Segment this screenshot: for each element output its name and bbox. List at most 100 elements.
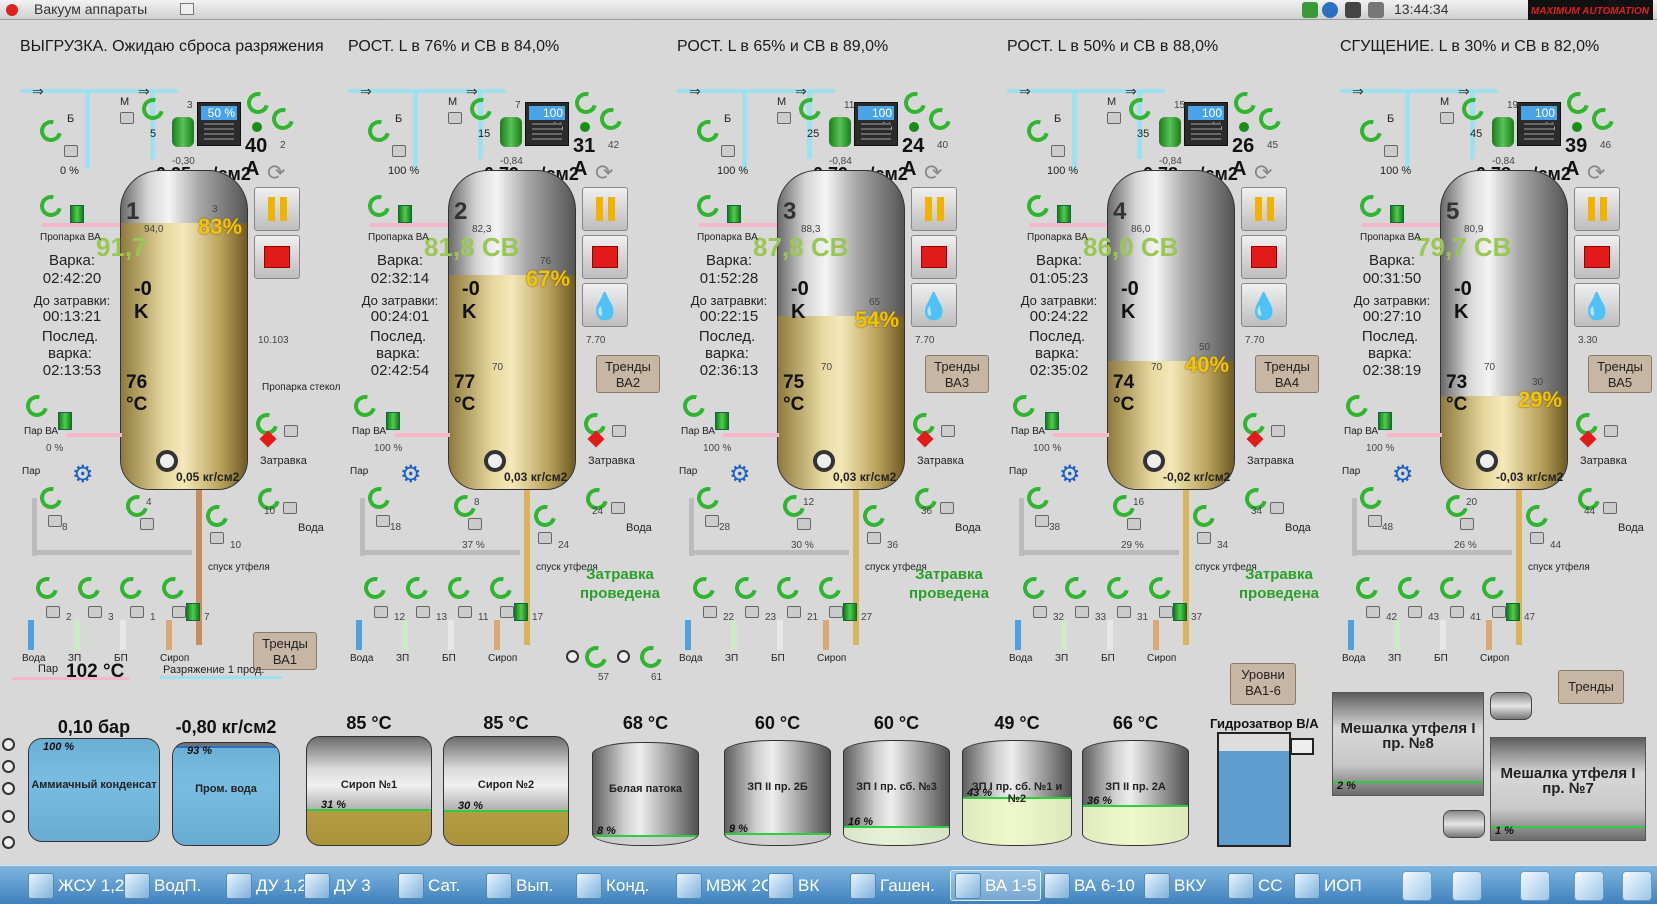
level-monitor[interactable]: 50 % [197, 102, 241, 146]
line-cycle-icon[interactable] [814, 572, 846, 604]
refresh-icon[interactable]: ⟳ [924, 160, 942, 186]
line-valve[interactable] [1450, 606, 1464, 618]
storage-vessel[interactable]: Пром. вода 93 % [172, 742, 280, 846]
window-menu-icon[interactable] [180, 3, 194, 15]
line-valve[interactable] [1159, 606, 1173, 618]
water-drop-button[interactable]: 💧 [1241, 283, 1287, 327]
level-monitor[interactable]: 100 % [1184, 102, 1228, 146]
taskbar-item-14[interactable]: СС [1224, 870, 1287, 901]
syrup-cycle-icon[interactable] [1521, 500, 1553, 532]
line-valve[interactable] [703, 606, 717, 618]
taskbar-item-9[interactable]: ВК [764, 870, 823, 901]
outlet-valve-2[interactable] [797, 518, 811, 530]
steam-valve[interactable] [715, 412, 729, 430]
line-valve[interactable] [416, 606, 430, 618]
refresh-icon[interactable]: ⟳ [267, 160, 285, 186]
steam-cycle-icon[interactable] [678, 390, 710, 422]
refresh-icon[interactable]: ⟳ [595, 160, 613, 186]
line-valve[interactable] [458, 606, 472, 618]
outlet-valve-2[interactable] [1460, 518, 1474, 530]
bottom-cycle-icon[interactable] [692, 482, 724, 514]
propar-cycle-icon[interactable] [692, 190, 724, 222]
line-cycle-icon[interactable] [688, 572, 720, 604]
level-monitor[interactable]: 100 % [1517, 102, 1561, 146]
line-cycle-icon[interactable] [359, 572, 391, 604]
line-valve[interactable] [1033, 606, 1047, 618]
line-valve[interactable] [787, 606, 801, 618]
steam-cycle-icon[interactable] [21, 390, 53, 422]
syrup-cycle-icon[interactable] [529, 500, 561, 532]
gear-icon[interactable]: ⚙ [1392, 460, 1414, 489]
trends-button[interactable]: Тренды [1558, 670, 1624, 704]
line-valve[interactable] [1117, 606, 1131, 618]
stirrer-cycle-icon[interactable] [899, 87, 931, 119]
line-cycle-icon[interactable] [1060, 572, 1092, 604]
bottom-valve-1[interactable] [705, 515, 719, 527]
propar-valve[interactable] [70, 205, 84, 223]
line-valve[interactable] [1408, 606, 1422, 618]
close-icon[interactable] [6, 4, 18, 16]
side-radio-1[interactable] [2, 738, 15, 751]
level-monitor[interactable]: 100 % [854, 102, 898, 146]
line-valve[interactable] [745, 606, 759, 618]
taskbar-item-1[interactable]: ЖСУ 1,2 [24, 870, 128, 901]
line-valve[interactable] [1075, 606, 1089, 618]
stop-button[interactable] [911, 235, 957, 279]
propar-cycle-icon[interactable] [363, 190, 395, 222]
gear-icon[interactable]: ⚙ [1059, 460, 1081, 489]
taskbar-item-2[interactable]: ВодП. [120, 870, 205, 901]
water-valve[interactable] [1603, 502, 1617, 514]
mixer-8[interactable]: Мешалка утфеля I пр. №8 2 % [1332, 692, 1484, 796]
valve-b[interactable] [1384, 145, 1398, 157]
outlet-valve[interactable] [813, 450, 835, 472]
seed-pump[interactable] [1604, 425, 1618, 437]
bottom-cycle-icon[interactable] [1355, 482, 1387, 514]
taskbar-item-15[interactable]: ИОП [1290, 870, 1366, 901]
valve-b-cycle-icon[interactable] [692, 115, 724, 147]
side-radio-2[interactable] [2, 760, 15, 773]
bottom-valve-1[interactable] [48, 515, 62, 527]
outlet-valve-2[interactable] [468, 518, 482, 530]
line-cycle-icon[interactable] [401, 572, 433, 604]
trends-button[interactable]: Тренды ВА2 [596, 355, 660, 393]
menu-icon[interactable] [1402, 871, 1432, 901]
stop-button[interactable] [1574, 235, 1620, 279]
taskbar-item-4[interactable]: ДУ 3 [300, 870, 375, 901]
pump-57-cycle-icon[interactable] [580, 641, 612, 673]
syrup-cycle-icon[interactable] [1188, 500, 1220, 532]
water-drop-button[interactable]: 💧 [582, 283, 628, 327]
bottom-valve-1[interactable] [1368, 515, 1382, 527]
line-cycle-icon[interactable] [1102, 572, 1134, 604]
line-valve[interactable] [374, 606, 388, 618]
radio-57a[interactable] [566, 650, 579, 663]
settings-tray-icon[interactable] [1345, 2, 1361, 18]
line-cycle-icon[interactable] [115, 572, 147, 604]
syrup-valve[interactable] [1530, 532, 1544, 544]
valve-b[interactable] [64, 145, 78, 157]
line-valve[interactable] [829, 606, 843, 618]
water-drop-button[interactable]: 💧 [1574, 283, 1620, 327]
propar-valve[interactable] [1390, 205, 1404, 223]
water-valve[interactable] [940, 502, 954, 514]
stirrer-cycle-icon[interactable] [570, 87, 602, 119]
taskbar-item-5[interactable]: Сат. [394, 870, 464, 901]
pause-button[interactable] [254, 187, 300, 231]
propar-cycle-icon[interactable] [35, 190, 67, 222]
storage-vessel[interactable]: ЗП I пр. сб. №3 16 % [843, 740, 950, 846]
bottom-cycle-icon[interactable] [1022, 482, 1054, 514]
line-cycle-icon[interactable] [772, 572, 804, 604]
valve-b-cycle-icon[interactable] [1355, 115, 1387, 147]
syrup-cycle-icon[interactable] [858, 500, 890, 532]
outlet-valve-2[interactable] [1127, 518, 1141, 530]
trends-button[interactable]: Тренды ВА4 [1255, 355, 1319, 393]
propar-valve[interactable] [1057, 205, 1071, 223]
water-valve[interactable] [1270, 502, 1284, 514]
water-drop-button[interactable]: 💧 [911, 283, 957, 327]
vacuum-pump-motor[interactable] [1159, 117, 1181, 147]
water-valve[interactable] [283, 502, 297, 514]
line-valve-green[interactable] [1173, 603, 1187, 621]
taskbar-item-11[interactable]: ВА 1-5 [950, 870, 1042, 901]
taskbar-item-13[interactable]: ВКУ [1140, 870, 1210, 901]
storage-vessel[interactable]: ЗП II пр. 2Б 9 % [724, 740, 831, 846]
storage-vessel[interactable]: Сироп №2 30 % [443, 736, 569, 846]
